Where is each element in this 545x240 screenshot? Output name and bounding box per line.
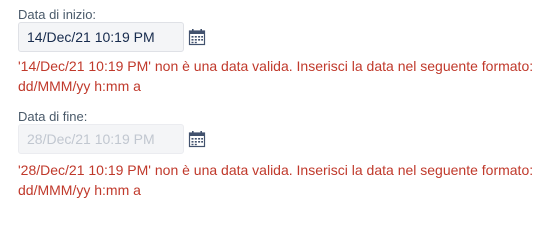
end-date-error-line2: dd/MMM/yy h:mm a bbox=[18, 182, 141, 198]
start-date-label: Data di inizio: bbox=[18, 7, 97, 22]
start-date-error-line2: dd/MMM/yy h:mm a bbox=[18, 78, 141, 94]
start-date-error-message: '14/Dec/21 10:19 PM' non è una data vali… bbox=[18, 56, 538, 96]
calendar-icon[interactable] bbox=[188, 130, 206, 148]
start-date-field-group: Data di inizio: 14/Dec/21 10:19 PM '14/D… bbox=[18, 8, 538, 96]
end-date-error-message: '28/Dec/21 10:19 PM' non è una data vali… bbox=[18, 160, 538, 200]
calendar-icon[interactable] bbox=[188, 28, 206, 46]
end-date-label: Data di fine: bbox=[18, 109, 88, 124]
start-date-input-row bbox=[18, 22, 538, 54]
end-date-field-group: Data di fine: 28/Dec/21 10:19 PM '28/Dec… bbox=[18, 110, 538, 200]
end-date-error-line1: '28/Dec/21 10:19 PM' non è una data vali… bbox=[18, 162, 534, 178]
end-date-input[interactable] bbox=[18, 124, 184, 154]
start-date-input[interactable] bbox=[18, 22, 184, 52]
start-date-error-line1: '14/Dec/21 10:19 PM' non è una data vali… bbox=[18, 58, 534, 74]
end-date-input-row bbox=[18, 124, 538, 156]
